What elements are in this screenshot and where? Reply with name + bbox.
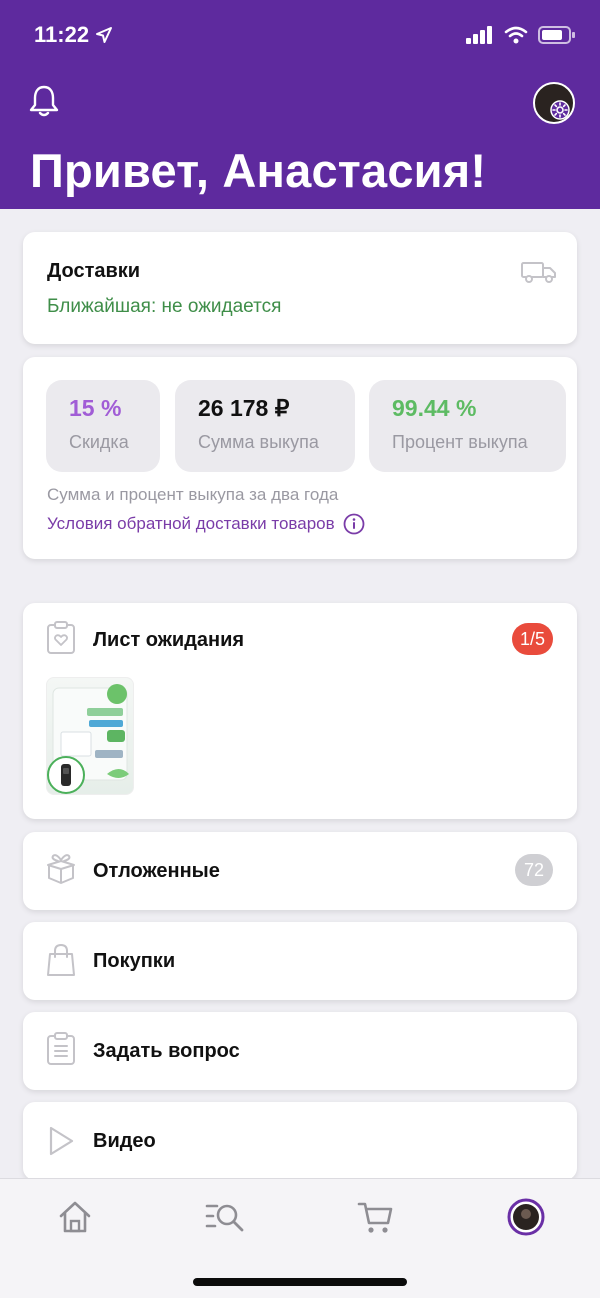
buyout-percent-value: 99.44 % bbox=[392, 395, 477, 421]
deferred-label: Отложенные bbox=[93, 860, 220, 882]
shopping-bag-icon bbox=[47, 943, 75, 976]
profile-avatar-icon[interactable] bbox=[506, 1197, 546, 1237]
return-conditions-label: Условия обратной доставки товаров bbox=[47, 514, 335, 533]
buyout-percent-stat: 99.44 % Процент выкупа bbox=[369, 380, 566, 472]
product-variant-thumbnail bbox=[47, 756, 85, 794]
buyout-stats-card: 15 % Скидка 26 178 ₽ Сумма выкупа 99.44 … bbox=[23, 357, 577, 559]
delivery-status: Ближайшая: не ожидается bbox=[47, 296, 282, 317]
ask-question-label: Задать вопрос bbox=[93, 1040, 240, 1062]
waitlist-product-thumbnail[interactable] bbox=[46, 677, 134, 795]
deferred-row[interactable]: Отложенные 72 bbox=[23, 832, 577, 910]
home-icon[interactable] bbox=[55, 1197, 95, 1237]
discount-value: 15 % bbox=[69, 395, 122, 421]
video-row[interactable]: Видео bbox=[23, 1102, 577, 1180]
waitlist-label: Лист ожидания bbox=[93, 629, 245, 651]
bell-icon[interactable] bbox=[28, 84, 60, 118]
profile-header: 11:22 Привет, Анастасия! bbox=[0, 0, 600, 209]
clipboard-heart-icon bbox=[47, 621, 75, 654]
clipboard-list-icon bbox=[47, 1032, 75, 1065]
waitlist-count-badge: 1/5 bbox=[512, 623, 553, 655]
purchases-label: Покупки bbox=[93, 950, 176, 972]
buyout-sum-label: Сумма выкупа bbox=[198, 432, 319, 452]
truck-icon bbox=[521, 262, 556, 283]
video-label: Видео bbox=[93, 1130, 156, 1152]
return-conditions-link[interactable]: Условия обратной доставки товаров bbox=[47, 513, 365, 535]
discount-stat: 15 % Скидка bbox=[46, 380, 160, 472]
battery-icon bbox=[538, 26, 575, 44]
status-bar-indicators bbox=[466, 26, 576, 44]
info-icon[interactable] bbox=[343, 513, 365, 535]
delivery-title: Доставки bbox=[47, 260, 141, 282]
gift-box-icon bbox=[47, 854, 75, 884]
ask-question-row[interactable]: Задать вопрос bbox=[23, 1012, 577, 1090]
time-text: 11:22 bbox=[34, 22, 90, 47]
status-bar-time: 11:22 bbox=[34, 22, 113, 48]
home-indicator bbox=[193, 1278, 407, 1286]
buyout-sum-value: 26 178 ₽ bbox=[198, 395, 290, 421]
discount-label: Скидка bbox=[69, 432, 129, 452]
stats-note: Сумма и процент выкупа за два года bbox=[47, 485, 339, 504]
cart-icon[interactable] bbox=[356, 1197, 396, 1237]
deferred-count-badge: 72 bbox=[515, 854, 553, 886]
purchases-row[interactable]: Покупки bbox=[23, 922, 577, 1000]
delivery-card[interactable]: Доставки Ближайшая: не ожидается bbox=[23, 232, 577, 344]
buyout-sum-stat: 26 178 ₽ Сумма выкупа bbox=[175, 380, 355, 472]
catalog-search-icon[interactable] bbox=[205, 1197, 245, 1237]
waitlist-card[interactable]: Лист ожидания 1/5 bbox=[23, 603, 577, 819]
location-arrow-icon bbox=[96, 27, 113, 43]
signal-icon bbox=[466, 26, 492, 44]
play-icon bbox=[49, 1126, 74, 1156]
buyout-percent-label: Процент выкупа bbox=[392, 432, 528, 452]
page-title: Привет, Анастасия! bbox=[30, 144, 487, 197]
wifi-icon bbox=[504, 26, 528, 44]
gear-icon[interactable] bbox=[550, 100, 570, 120]
